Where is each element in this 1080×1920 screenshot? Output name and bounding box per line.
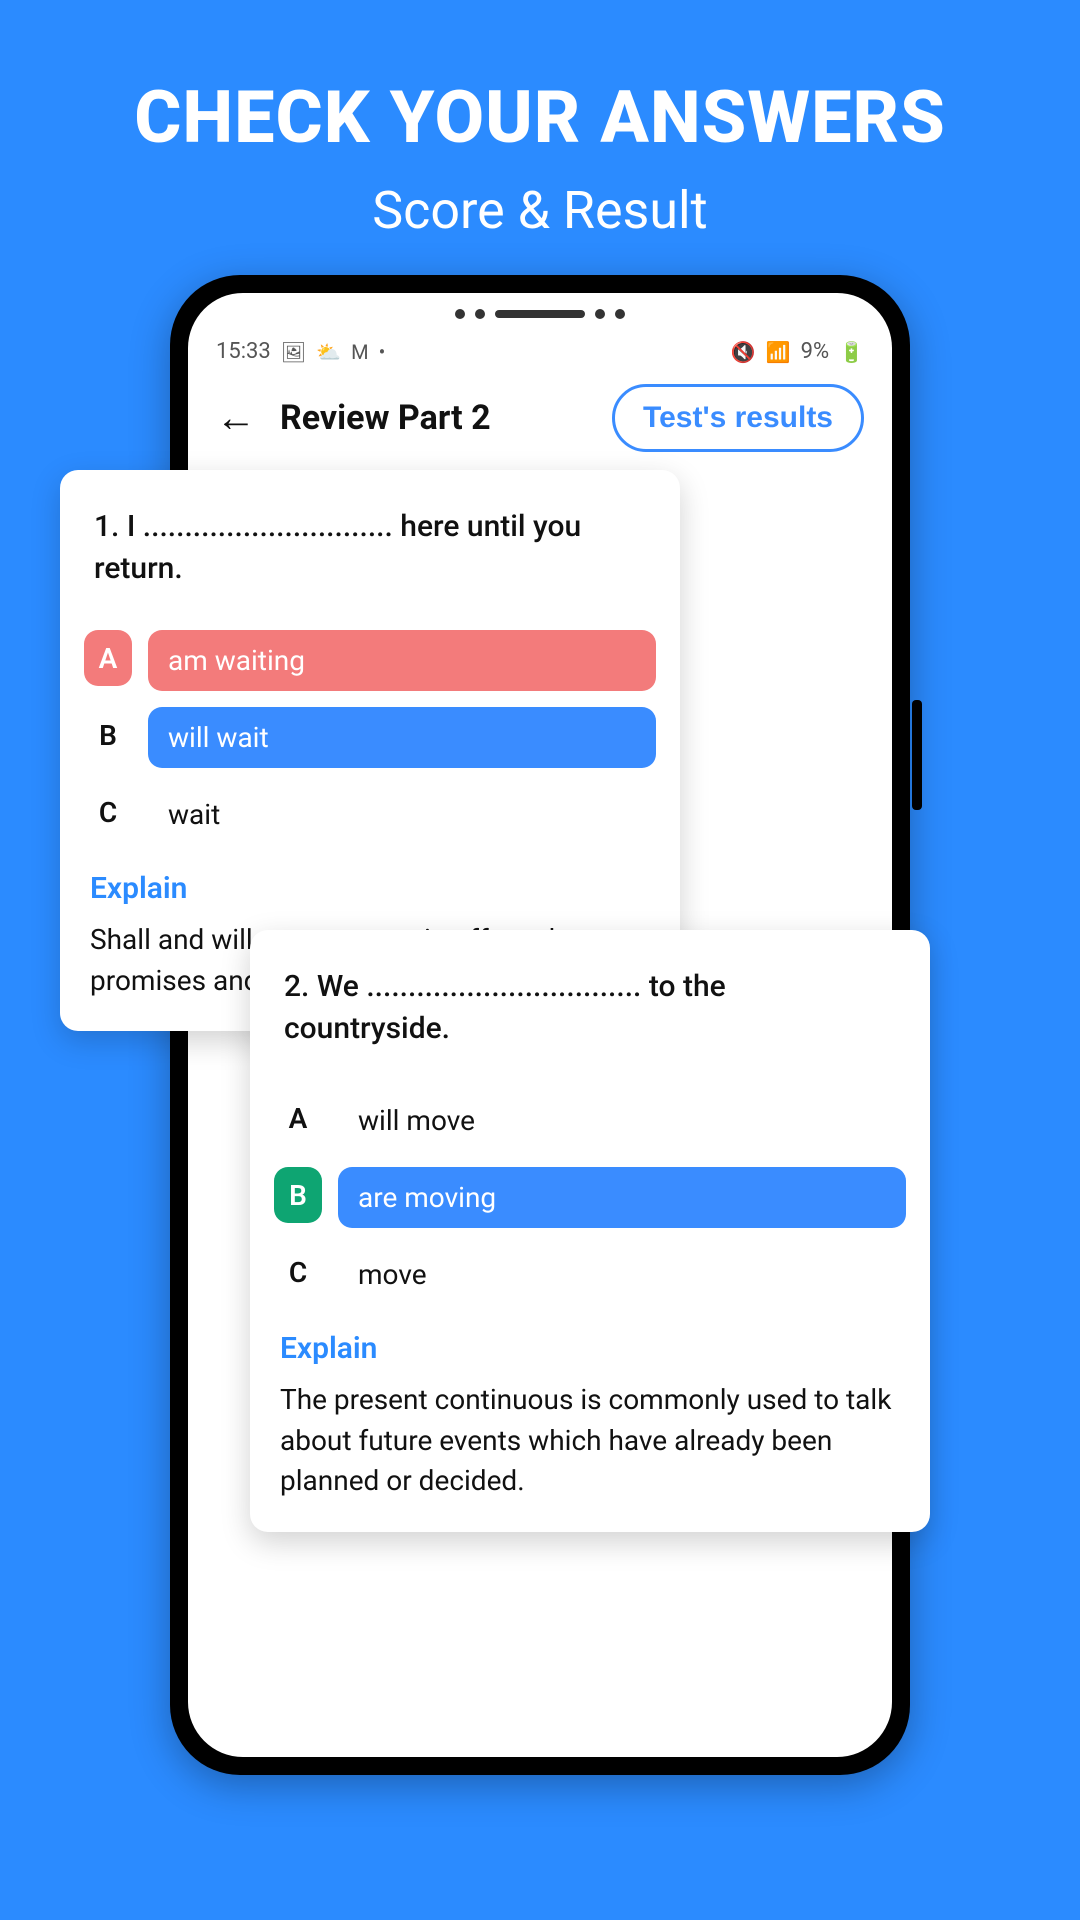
mute-icon: 🔇 [731,340,756,364]
app-header: ← Review Part 2 Test's results [188,364,892,462]
status-bar: 15:33 🖼 ⛅ M • 🔇 📶 9% 🔋 [188,335,892,364]
weather-icon: ⛅ [316,340,341,364]
status-right: 🔇 📶 9% 🔋 [731,339,864,364]
option-letter: C [274,1244,322,1300]
battery-icon: 🔋 [839,340,864,364]
option-text: are moving [338,1167,906,1228]
option-letter: A [274,1090,322,1146]
explain-label: Explain [274,1331,906,1366]
option-text: will move [338,1090,906,1151]
page-title: Review Part 2 [280,398,491,438]
explain-text: The present continuous is commonly used … [274,1380,906,1502]
explain-label: Explain [84,871,656,906]
option-row-c[interactable]: C wait [84,784,656,845]
status-left: 15:33 🖼 ⛅ M • [216,339,385,364]
mail-icon: M [351,340,368,364]
dot-icon: • [379,340,386,364]
option-row-a[interactable]: A will move [274,1090,906,1151]
signal-icon: 📶 [766,340,791,364]
option-row-a[interactable]: A am waiting [84,630,656,691]
phone-side-button [912,700,922,810]
back-arrow-icon[interactable]: ← [216,398,256,438]
test-results-button[interactable]: Test's results [612,384,864,452]
option-row-c[interactable]: C move [274,1244,906,1305]
image-icon: 🖼 [281,340,306,364]
option-text: move [338,1244,906,1305]
hero-subtitle: Score & Result [0,180,1080,241]
phone-notch [188,293,892,335]
status-time: 15:33 [216,339,271,364]
option-letter: B [84,707,132,763]
option-letter: B [274,1167,322,1223]
question-text: 2. We ................................. … [274,952,906,1074]
option-text: am waiting [148,630,656,691]
option-row-b[interactable]: B are moving [274,1167,906,1228]
hero: CHECK YOUR ANSWERS Score & Result [0,0,1080,241]
option-text: wait [148,784,656,845]
question-text: 1. I .............................. here… [84,492,656,614]
option-letter: A [84,630,132,686]
option-letter: C [84,784,132,840]
question-card-2: 2. We ................................. … [250,930,930,1532]
option-text: will wait [148,707,656,768]
battery-percent: 9% [801,339,829,364]
option-row-b[interactable]: B will wait [84,707,656,768]
hero-title: CHECK YOUR ANSWERS [0,75,1080,160]
